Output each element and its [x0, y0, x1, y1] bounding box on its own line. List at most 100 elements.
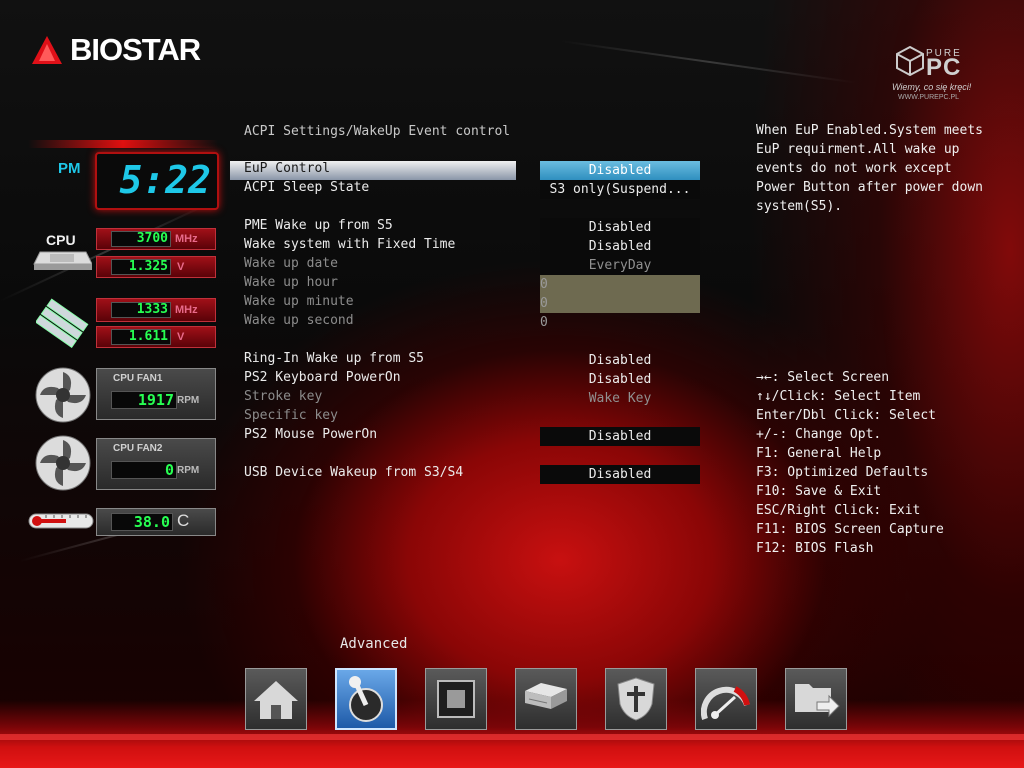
clock-display: 5:22 [95, 152, 219, 210]
wake-up-date-value: EveryDay [540, 256, 700, 275]
clock-ampm: PM [58, 160, 81, 177]
bottom-shelf [0, 734, 1024, 740]
cpu-fan2-unit: RPM [177, 465, 200, 476]
ring-in-wake-value[interactable]: Disabled [540, 351, 700, 370]
cpu-fan2-rpm: 0 [111, 461, 177, 479]
cpu-freq-unit: MHz [175, 233, 198, 245]
key-hint: F10: Save & Exit [756, 484, 882, 499]
setting-pme-wake-s5[interactable]: PME Wake up from S5 [244, 218, 393, 233]
wake-fixed-time-value[interactable]: Disabled [540, 237, 700, 256]
clock-glow-bar [28, 140, 218, 148]
key-hint: F11: BIOS Screen Capture [756, 522, 944, 537]
cpu-volt-unit: V [177, 261, 185, 273]
nav-security-button[interactable] [605, 668, 667, 730]
key-hint: ESC/Right Click: Exit [756, 503, 921, 518]
key-hint: +/-: Change Opt. [756, 427, 882, 442]
setting-stroke-key: Stroke key [244, 389, 323, 404]
watermark-slogan: Wiemy, co się kręci! [892, 82, 972, 92]
cpu-freq-box: 3700 MHz [96, 228, 216, 250]
wake-up-hour-value: 0 [540, 275, 700, 294]
cpu-fan1-label: CPU FAN1 [113, 373, 163, 384]
key-hint: ↑↓/Click: Select Item [756, 389, 921, 404]
setting-usb-wakeup[interactable]: USB Device Wakeup from S3/S4 [244, 465, 463, 480]
temperature-box: 38.0 C [96, 508, 216, 536]
biostar-logo-text: BIOSTAR [70, 32, 201, 67]
cpu-freq-value: 3700 [111, 231, 171, 247]
watermark-url: WWW.PUREPC.PL [898, 94, 960, 101]
key-hint: F3: Optimized Defaults [756, 465, 929, 480]
security-icon [617, 677, 655, 721]
ps2-mouse-poweron-value[interactable]: Disabled [540, 427, 700, 446]
storage-icon [525, 683, 567, 709]
setting-wake-up-hour: Wake up hour [244, 275, 338, 290]
wake-up-minute-value: 0 [540, 294, 700, 313]
cpu-fan2-label: CPU FAN2 [113, 443, 163, 454]
eup-control-value[interactable]: Disabled [540, 161, 700, 180]
nav-performance-button[interactable] [695, 668, 757, 730]
setting-ring-in-wake[interactable]: Ring-In Wake up from S5 [244, 351, 424, 366]
nav-storage-button[interactable] [515, 668, 577, 730]
memory-volt-unit: V [177, 331, 185, 343]
temperature-value: 38.0 [111, 513, 173, 531]
setting-specific-key: Specific key [244, 408, 338, 423]
memory-sticks-icon [34, 292, 92, 349]
clock-time: 5:22 [119, 158, 211, 202]
purepc-watermark: PURE PC Wiemy, co się kręci! WWW.PUREPC.… [892, 44, 992, 104]
watermark-big: PC [926, 54, 962, 81]
temperature-unit: C [177, 511, 190, 530]
usb-wakeup-value[interactable]: Disabled [540, 465, 700, 484]
acpi-sleep-state-value[interactable]: S3 only(Suspend... [540, 180, 700, 199]
setting-wake-up-minute: Wake up minute [244, 294, 354, 309]
memory-volt-box: 1.611 V [96, 326, 216, 348]
chipset-icon [437, 680, 475, 718]
thermometer-icon [28, 510, 94, 532]
cpu-fan2-icon [34, 434, 92, 492]
memory-volt-value: 1.611 [111, 329, 171, 345]
setting-wake-up-second: Wake up second [244, 313, 354, 328]
setting-wake-fixed-time[interactable]: Wake system with Fixed Time [244, 237, 455, 252]
nav-chipset-button[interactable] [425, 668, 487, 730]
biostar-logo: BIOSTAR [30, 30, 201, 70]
help-description-line: system(S5). [756, 199, 843, 214]
page-title: ACPI Settings/WakeUp Event control [244, 124, 511, 139]
cpu-fan1-unit: RPM [177, 395, 200, 406]
pme-wake-s5-value[interactable]: Disabled [540, 218, 700, 237]
cpu-fan2-box: CPU FAN2 0 RPM [96, 438, 216, 490]
help-description-line: Power Button after power down [756, 180, 983, 195]
help-description-line: events do not work except [756, 161, 952, 176]
purepc-cube-icon [896, 46, 924, 76]
key-hint: F12: BIOS Flash [756, 541, 874, 556]
setting-acpi-sleep-state[interactable]: ACPI Sleep State [244, 180, 369, 195]
cpu-fan1-rpm: 1917 [111, 391, 177, 409]
cpu-volt-box: 1.325 V [96, 256, 216, 278]
setting-eup-control[interactable]: EuP Control [244, 161, 330, 176]
nav-home-button[interactable] [245, 668, 307, 730]
help-description-line: When EuP Enabled.System meets [756, 123, 983, 138]
biostar-star-icon [32, 36, 62, 64]
setting-ps2-keyboard-poweron[interactable]: PS2 Keyboard PowerOn [244, 370, 401, 385]
stroke-key-value: Wake Key [588, 391, 652, 406]
performance-gauge-icon [701, 686, 750, 720]
nav-exit-button[interactable] [785, 668, 847, 730]
home-icon [254, 681, 298, 719]
cpu-fan1-icon [34, 366, 92, 424]
cpu-fan1-box: CPU FAN1 1917 RPM [96, 368, 216, 420]
cpu-label: CPU [46, 232, 76, 248]
exit-folder-icon [795, 684, 840, 718]
wake-up-second-value: 0 [540, 315, 548, 330]
memory-freq-value: 1333 [111, 302, 171, 318]
help-description-line: EuP requirment.All wake up [756, 142, 960, 157]
memory-freq-box: 1333 MHz [96, 298, 216, 322]
cpu-volt-value: 1.325 [111, 259, 171, 275]
memory-freq-unit: MHz [175, 304, 198, 316]
key-hint: →←: Select Screen [756, 370, 890, 385]
key-hint: F1: General Help [756, 446, 882, 461]
advanced-joystick-icon [349, 676, 383, 722]
setting-wake-up-date: Wake up date [244, 256, 338, 271]
nav-advanced-button[interactable] [335, 668, 397, 730]
key-hint: Enter/Dbl Click: Select [756, 408, 937, 423]
ps2-keyboard-poweron-value[interactable]: Disabled [540, 370, 700, 389]
setting-ps2-mouse-poweron[interactable]: PS2 Mouse PowerOn [244, 427, 377, 442]
cpu-chip-icon [30, 248, 93, 276]
active-tab-label: Advanced [340, 636, 408, 652]
